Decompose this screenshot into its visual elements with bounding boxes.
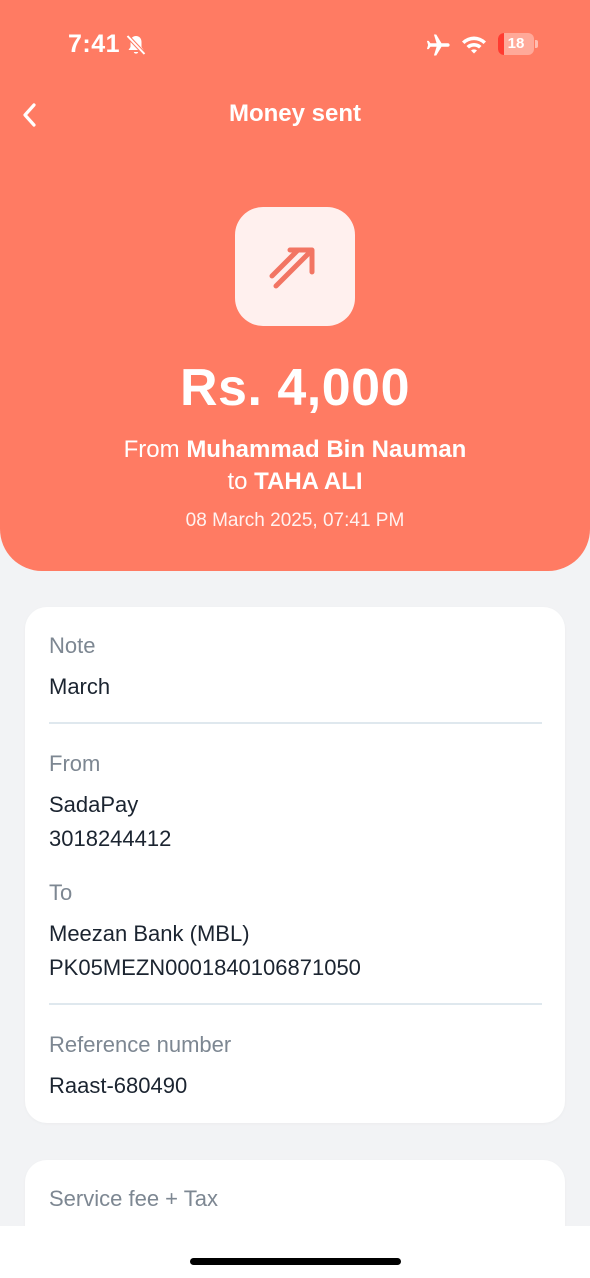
arrow-up-right-icon (269, 247, 315, 288)
note-label: Note (49, 633, 96, 658)
airplane-icon (426, 34, 450, 56)
bell-slash-icon (126, 34, 146, 56)
from-prefix: From (123, 436, 187, 463)
to-iban: PK05MEZN0001840106871050 (49, 955, 361, 980)
home-indicator[interactable] (190, 1258, 401, 1265)
recipient-name: TAHA ALI (254, 468, 363, 495)
battery-percentage: 18 (507, 35, 525, 52)
from-account-number: 3018244412 (49, 826, 172, 851)
to-label: To (49, 880, 73, 905)
to-line: to TAHA ALI (0, 466, 590, 498)
status-bar: 7:41 18 (0, 0, 590, 90)
divider (49, 1003, 542, 1005)
status-time: 7:41 (68, 30, 121, 58)
transaction-detail-screen: 7:41 18 Money sent Rs. 4,000 From Muhamm… (0, 0, 590, 1278)
home-indicator-bar (0, 1226, 590, 1278)
navigation-bar: Money sent (0, 90, 590, 140)
battery-body: 18 (498, 33, 534, 55)
wifi-icon (462, 36, 486, 54)
service-fee-label: Service fee + Tax (49, 1186, 218, 1211)
from-line: From Muhammad Bin Nauman (0, 434, 590, 466)
from-bank: SadaPay (49, 792, 139, 817)
transaction-parties: From Muhammad Bin Nauman to TAHA ALI (0, 434, 590, 498)
battery-icon: 18 (498, 32, 538, 56)
battery-nub (535, 40, 538, 48)
page-title: Money sent (228, 100, 362, 127)
transaction-datetime: 08 March 2025, 07:41 PM (185, 510, 405, 531)
transaction-type-icon-box (235, 207, 355, 326)
sender-name: Muhammad Bin Nauman (186, 436, 467, 463)
note-value: March (49, 674, 111, 699)
transaction-amount: Rs. 4,000 (180, 359, 410, 417)
transaction-details-card: Note March From SadaPay 3018244412 To Me… (25, 607, 565, 1123)
to-prefix: to (227, 468, 255, 495)
reference-label: Reference number (49, 1032, 232, 1057)
from-label: From (49, 751, 101, 776)
reference-value: Raast-680490 (49, 1073, 188, 1098)
transaction-header: 7:41 18 Money sent Rs. 4,000 From Muhamm… (0, 0, 590, 571)
divider (49, 722, 542, 724)
to-bank: Meezan Bank (MBL) (49, 921, 250, 946)
